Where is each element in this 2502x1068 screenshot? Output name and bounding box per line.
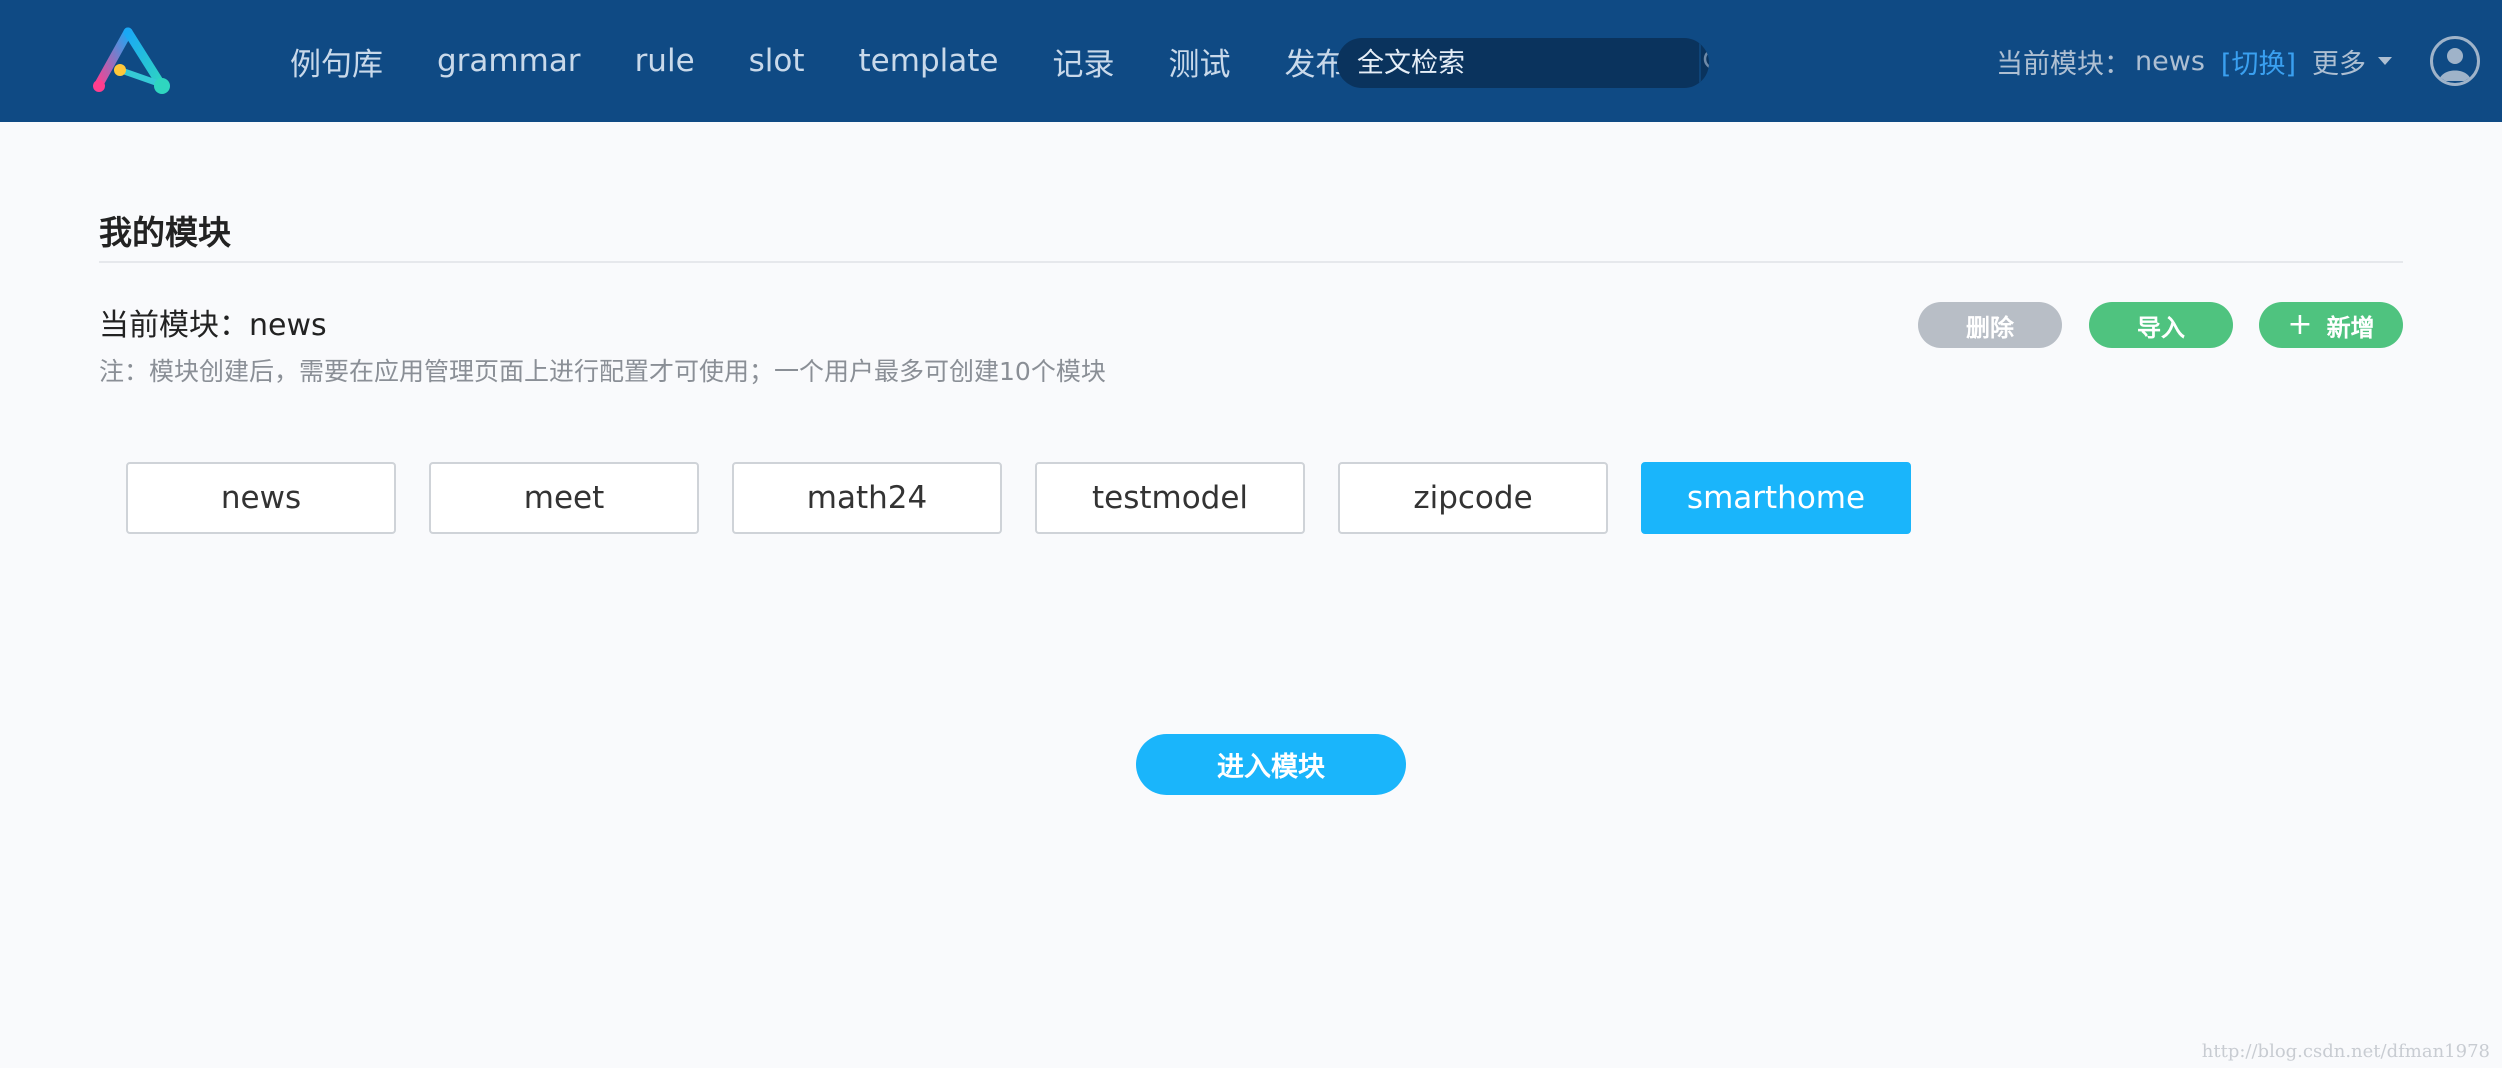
page-title: 我的模块 [99,213,231,252]
chevron-down-icon [2378,57,2392,65]
module-item-math24[interactable]: math24 [732,462,1002,534]
current-module-text: 当前模块：news [99,308,327,343]
enter-module-button[interactable]: 进入模块 [1136,734,1406,795]
title-divider [99,261,2403,263]
delete-button[interactable]: 删除 [1918,302,2062,348]
watermark-text: http://blog.csdn.net/dfman1978 [2201,1041,2490,1062]
header-module-info: 当前模块： news [切换] 更多 [1996,0,2392,122]
nav-item-rule[interactable]: rule [635,43,695,79]
search-input[interactable] [1337,38,1699,88]
module-item-news[interactable]: news [126,462,396,534]
more-menu[interactable]: 更多 [2312,42,2392,81]
nav-item-sentences[interactable]: 例句库 [290,39,383,84]
search-button[interactable] [1699,38,1709,88]
nav-item-slot[interactable]: slot [749,43,805,79]
search-box [1337,38,1709,88]
user-avatar-icon[interactable] [2430,36,2480,86]
add-button-label: 新增 [2326,313,2375,342]
delete-button-label: 删除 [1966,313,2014,342]
plus-icon: + [2287,307,2313,342]
module-list: news meet math24 testmodel zipcode smart… [126,462,1944,534]
nav-item-records[interactable]: 记录 [1052,39,1114,84]
app-logo-icon[interactable] [90,26,174,98]
nav-item-template[interactable]: template [859,43,999,79]
module-item-zipcode[interactable]: zipcode [1338,462,1608,534]
more-menu-label: 更多 [2312,48,2366,80]
search-icon [1701,46,1709,80]
current-module-label: 当前模块： [1996,48,2132,80]
switch-module-link[interactable]: [切换] [2221,42,2296,81]
main-nav: 例句库 grammar rule slot template 记录 测试 发布 [290,0,1400,122]
module-item-testmodel[interactable]: testmodel [1035,462,1305,534]
nav-item-grammar[interactable]: grammar [437,43,581,79]
module-item-meet[interactable]: meet [429,462,699,534]
import-button-label: 导入 [2137,313,2185,342]
enter-module-label: 进入模块 [1217,752,1325,783]
top-navbar: 例句库 grammar rule slot template 记录 测试 发布 … [0,0,2502,122]
add-module-button[interactable]: + 新增 [2259,302,2403,348]
nav-item-test[interactable]: 测试 [1168,39,1230,84]
import-button[interactable]: 导入 [2089,302,2233,348]
current-module-value: news [2135,45,2205,77]
module-item-smarthome[interactable]: smarthome [1641,462,1911,534]
module-note: 注：模块创建后，需要在应用管理页面上进行配置才可使用；一个用户最多可创建10个模… [99,357,1106,386]
